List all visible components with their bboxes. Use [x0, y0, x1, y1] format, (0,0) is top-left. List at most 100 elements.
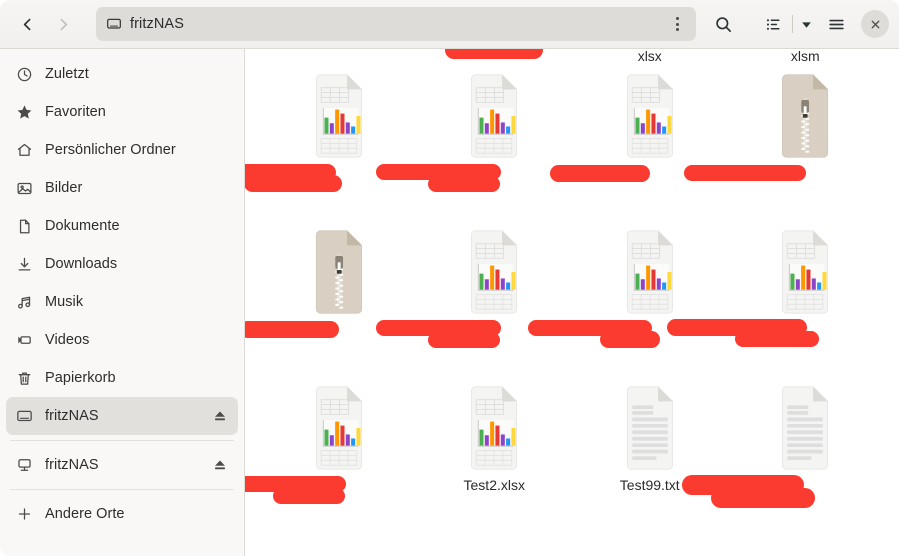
sidebar-item-label: Zuletzt — [45, 66, 89, 82]
text-file-icon — [615, 385, 685, 470]
list-view-button[interactable] — [756, 8, 790, 40]
drive-icon — [16, 408, 33, 425]
path-bar[interactable]: fritzNAS — [96, 7, 696, 41]
sidebar-item-fritznas[interactable]: fritzNAS — [6, 397, 238, 435]
file-item[interactable] — [245, 219, 417, 375]
chevron-left-icon — [23, 18, 30, 30]
sidebar-item-favoriten[interactable]: Favoriten — [6, 93, 238, 131]
sidebar-item-label: Papierkorb — [45, 370, 116, 386]
file-name: Test2.xlsx — [463, 477, 525, 493]
sidebar-item-label: Andere Orte — [45, 506, 125, 522]
sidebar-item-videos[interactable]: Videos — [6, 321, 238, 359]
list-view-icon — [766, 18, 780, 30]
redaction-mark — [527, 320, 728, 360]
home-icon — [16, 142, 33, 159]
close-icon — [871, 20, 879, 28]
sidebar-item-label: Favoriten — [45, 104, 106, 120]
sidebar-item-label: Musik — [45, 294, 84, 310]
redaction-mark — [682, 475, 884, 516]
sidebar-item-label: fritzNAS — [45, 457, 99, 473]
path-options-icon[interactable] — [668, 11, 686, 37]
search-button[interactable] — [706, 8, 740, 40]
archive-file-icon — [770, 73, 840, 158]
document-icon — [16, 218, 33, 235]
spreadsheet-file-icon — [459, 385, 529, 470]
file-grid: xlsx xlsm Test2.xlsx Test99.txt — [245, 49, 899, 531]
file-name: Test99.txt — [619, 477, 680, 493]
file-item[interactable] — [684, 63, 884, 219]
redaction-mark — [549, 164, 728, 204]
sidebar: Zuletzt Favoriten Persönlicher Ordner Bilde… — [0, 49, 245, 556]
sidebar-separator — [10, 489, 234, 490]
file-item-partial[interactable]: xlsx — [572, 49, 728, 64]
main-menu-button[interactable] — [819, 8, 853, 40]
sidebar-item-label: Bilder — [45, 180, 83, 196]
text-file-icon — [770, 385, 840, 470]
spreadsheet-file-icon — [770, 229, 840, 314]
sidebar-item-papierkorb[interactable]: Papierkorb — [6, 359, 238, 397]
redaction-mark — [245, 320, 417, 360]
plus-icon — [16, 506, 33, 523]
view-dropdown-button[interactable] — [795, 8, 817, 40]
sidebar-item-fritznas-network[interactable]: fritzNAS — [6, 446, 238, 484]
file-item[interactable] — [667, 219, 884, 375]
file-item[interactable]: Test2.xlsx — [417, 375, 573, 531]
spreadsheet-file-icon — [459, 73, 529, 158]
file-item[interactable] — [245, 63, 417, 219]
toolbar-divider — [792, 15, 793, 33]
trash-icon — [16, 370, 33, 387]
clock-icon — [16, 66, 33, 83]
chevron-right-icon — [60, 18, 67, 30]
forward-button[interactable] — [46, 8, 80, 40]
header-bar: fritzNAS — [0, 0, 899, 49]
spreadsheet-file-icon — [615, 73, 685, 158]
sidebar-item-label: Dokumente — [45, 218, 120, 234]
redaction-mark — [376, 320, 573, 360]
sidebar-item-label: Videos — [45, 332, 90, 348]
redaction-mark — [376, 164, 573, 204]
file-item-partial[interactable] — [417, 49, 573, 63]
file-item-partial[interactable]: xlsm — [728, 49, 884, 64]
sidebar-item-label: fritzNAS — [45, 408, 99, 424]
sidebar-item-dokumente[interactable]: Dokumente — [6, 207, 238, 245]
file-item-partial[interactable] — [261, 49, 417, 63]
sidebar-item-label: Downloads — [45, 256, 118, 272]
sidebar-item-pers-nlicher-ordner[interactable]: Persönlicher Ordner — [6, 131, 238, 169]
eject-icon[interactable] — [212, 457, 228, 473]
redaction-mark — [245, 164, 417, 204]
close-window-button[interactable] — [861, 10, 889, 38]
view-mode-group — [756, 8, 817, 40]
file-item[interactable] — [549, 63, 728, 219]
back-button[interactable] — [10, 8, 44, 40]
video-icon — [16, 332, 33, 349]
spreadsheet-file-icon — [304, 73, 374, 158]
file-manager-window: fritzNAS Zuletzt Favoriten Persönlicher … — [0, 0, 899, 556]
file-item[interactable] — [245, 375, 417, 531]
file-item[interactable] — [376, 219, 573, 375]
eject-icon[interactable] — [212, 408, 228, 424]
sidebar-item-andere-orte[interactable]: Andere Orte — [6, 495, 238, 533]
file-grid-area[interactable]: xlsx xlsm Test2.xlsx Test99.txt — [245, 49, 899, 556]
download-icon — [16, 256, 33, 273]
star-icon — [16, 104, 33, 121]
file-item[interactable]: Test99.txt — [572, 375, 728, 531]
sidebar-item-label: Persönlicher Ordner — [45, 142, 176, 158]
file-item[interactable] — [376, 63, 573, 219]
file-item[interactable] — [527, 219, 728, 375]
search-icon — [715, 16, 731, 32]
redaction-mark — [667, 319, 884, 360]
file-item[interactable] — [682, 375, 884, 531]
redaction-mark — [245, 476, 417, 516]
music-icon — [16, 294, 33, 311]
image-icon — [16, 180, 33, 197]
drive-icon — [106, 16, 122, 32]
sidebar-item-musik[interactable]: Musik — [6, 283, 238, 321]
redaction-mark — [417, 49, 573, 63]
sidebar-separator — [10, 440, 234, 441]
hamburger-menu-icon — [828, 19, 844, 29]
sidebar-item-zuletzt[interactable]: Zuletzt — [6, 55, 238, 93]
network-icon — [16, 457, 33, 474]
window-body: Zuletzt Favoriten Persönlicher Ordner Bilde… — [0, 49, 899, 556]
sidebar-item-bilder[interactable]: Bilder — [6, 169, 238, 207]
sidebar-item-downloads[interactable]: Downloads — [6, 245, 238, 283]
